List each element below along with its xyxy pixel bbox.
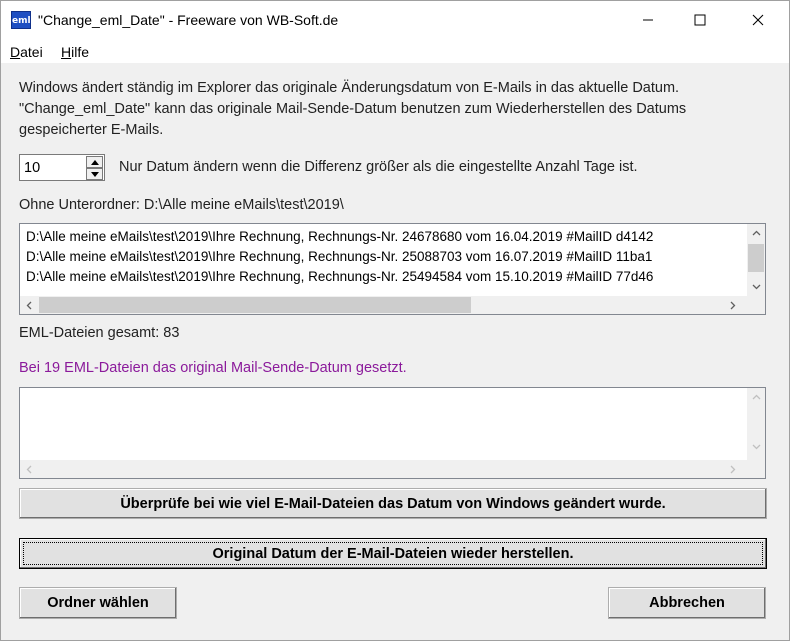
- scroll-up-button[interactable]: [747, 224, 765, 242]
- list-item[interactable]: D:\Alle meine eMails\test\2019\Ihre Rech…: [26, 229, 653, 244]
- check-dates-label: Überprüfe bei wie viel E-Mail-Dateien da…: [120, 495, 666, 512]
- close-icon: [752, 14, 764, 26]
- check-dates-button[interactable]: Überprüfe bei wie viel E-Mail-Dateien da…: [19, 488, 767, 519]
- maximize-button[interactable]: [677, 1, 723, 39]
- minimize-button[interactable]: [625, 1, 671, 39]
- hscroll-thumb[interactable]: [39, 297, 471, 313]
- restore-dates-button[interactable]: Original Datum der E-Mail-Dateien wieder…: [19, 538, 767, 569]
- days-input[interactable]: [22, 157, 82, 178]
- chevron-right-icon: [730, 465, 736, 473]
- minimize-icon: [643, 19, 653, 21]
- menu-hilfe-accel: H: [61, 44, 72, 60]
- spin-down-button[interactable]: [86, 168, 103, 180]
- folder-label: Ohne Unterordner: D:\Alle meine eMails\t…: [19, 197, 344, 213]
- list-item[interactable]: D:\Alle meine eMails\test\2019\Ihre Rech…: [26, 269, 653, 284]
- days-label: Nur Datum ändern wenn die Differenz größ…: [119, 159, 638, 175]
- days-spinner[interactable]: [19, 154, 105, 181]
- result-status-text: Bei 19 EML-Dateien das original Mail-Sen…: [19, 360, 407, 376]
- file-list-hscrollbar[interactable]: [20, 296, 765, 314]
- result-list-vscrollbar[interactable]: [747, 388, 765, 460]
- result-list[interactable]: [19, 387, 766, 479]
- choose-folder-label: Ordner wählen: [47, 595, 149, 611]
- file-list[interactable]: D:\Alle meine eMails\test\2019\Ihre Rech…: [19, 223, 766, 315]
- scroll-right-button[interactable]: [724, 460, 742, 478]
- intro-line-3: gespeicherter E-Mails.: [19, 122, 164, 138]
- scroll-left-button[interactable]: [20, 296, 38, 314]
- spin-up-button[interactable]: [86, 156, 103, 168]
- chevron-up-icon: [752, 394, 760, 400]
- close-button[interactable]: [735, 1, 781, 39]
- menu-bar: Datei Hilfe: [1, 39, 789, 63]
- scroll-down-button[interactable]: [747, 278, 765, 296]
- arrow-down-icon: [90, 171, 99, 177]
- list-item[interactable]: D:\Alle meine eMails\test\2019\Ihre Rech…: [26, 249, 652, 264]
- app-icon: eml: [11, 11, 31, 29]
- chevron-right-icon: [730, 301, 736, 309]
- maximize-icon: [694, 14, 706, 26]
- window-title: "Change_eml_Date" - Freeware von WB-Soft…: [38, 12, 339, 28]
- menu-datei-accel: D: [10, 44, 21, 60]
- eml-total-label: EML-Dateien gesamt: 83: [19, 325, 180, 341]
- menu-datei-label: atei: [20, 44, 43, 60]
- intro-line-1: Windows ändert ständig im Explorer das o…: [19, 80, 680, 96]
- cancel-label: Abbrechen: [649, 595, 725, 611]
- menu-hilfe-label: ilfe: [71, 44, 90, 60]
- main-window: eml "Change_eml_Date" - Freeware von WB-…: [0, 0, 790, 641]
- result-list-hscrollbar[interactable]: [20, 460, 765, 478]
- chevron-left-icon: [26, 301, 32, 309]
- choose-folder-button[interactable]: Ordner wählen: [19, 587, 177, 619]
- file-list-vscrollbar[interactable]: [747, 224, 765, 296]
- menu-hilfe[interactable]: Hilfe: [61, 44, 89, 60]
- chevron-up-icon: [752, 230, 760, 236]
- menu-datei[interactable]: Datei: [10, 44, 43, 60]
- chevron-down-icon: [752, 284, 760, 290]
- chevron-left-icon: [26, 465, 32, 473]
- intro-line-2: "Change_eml_Date" kann das originale Mai…: [19, 101, 687, 117]
- arrow-up-icon: [90, 159, 99, 165]
- cancel-button[interactable]: Abbrechen: [608, 587, 766, 619]
- scroll-right-button[interactable]: [724, 296, 742, 314]
- restore-dates-label: Original Datum der E-Mail-Dateien wieder…: [212, 545, 574, 562]
- chevron-down-icon: [752, 444, 760, 450]
- scroll-down-button[interactable]: [747, 438, 765, 456]
- title-bar[interactable]: eml "Change_eml_Date" - Freeware von WB-…: [1, 1, 789, 39]
- scroll-left-button[interactable]: [20, 460, 38, 478]
- scroll-up-button[interactable]: [747, 388, 765, 406]
- vscroll-thumb[interactable]: [748, 244, 764, 272]
